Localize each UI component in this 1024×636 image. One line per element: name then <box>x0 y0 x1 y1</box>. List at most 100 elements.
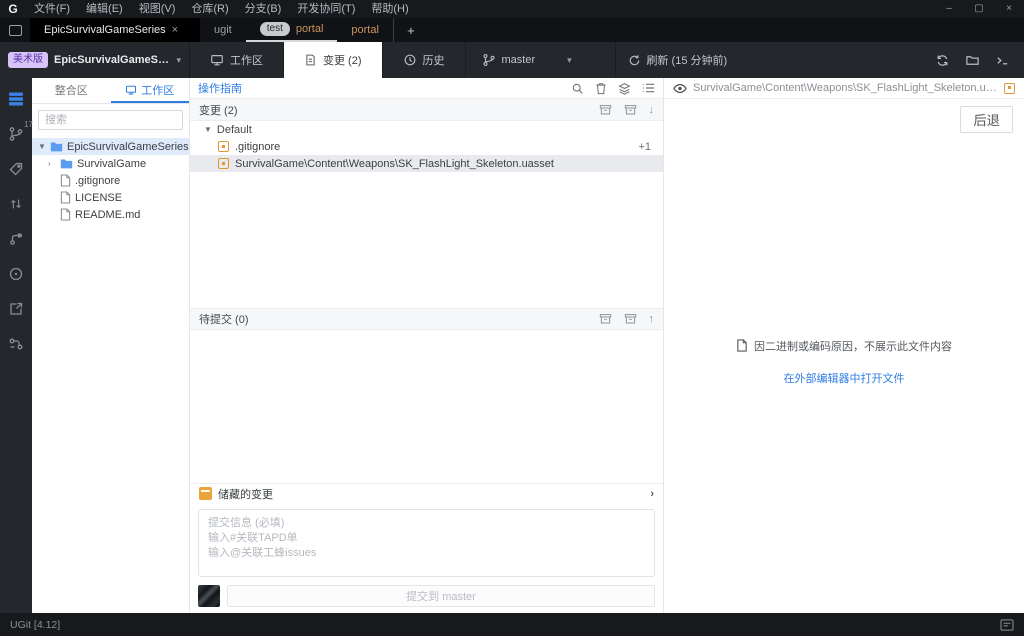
sync-icon[interactable] <box>928 42 956 78</box>
tree-item-survivalgame[interactable]: › SurvivalGame <box>32 155 189 172</box>
list-view-icon[interactable] <box>642 82 655 94</box>
export-icon[interactable] <box>7 300 25 318</box>
refresh-button[interactable]: 刷新 (15 分钟前) <box>616 42 740 78</box>
commit-button[interactable]: 提交到 master <box>227 585 655 607</box>
open-external-link[interactable]: 在外部编辑器中打开文件 <box>784 370 905 386</box>
repo-tab-portal-test[interactable]: test portal <box>246 18 338 42</box>
new-window-icon[interactable] <box>0 18 30 42</box>
toolbar-tab-changes[interactable]: 变更 (2) <box>284 42 383 78</box>
stash-keep-box-icon[interactable] <box>624 313 637 325</box>
app-logo: G <box>0 2 26 16</box>
push-pull-icon[interactable] <box>7 195 25 213</box>
chevron-right-icon[interactable]: › <box>650 488 654 500</box>
file-icon <box>60 174 71 187</box>
menu-view[interactable]: 视图(V) <box>131 0 184 18</box>
changes-list-empty-area <box>190 172 663 308</box>
changes-section-actions: ↓ <box>599 104 655 116</box>
tab-integration-area[interactable]: 整合区 <box>32 78 111 103</box>
commit-placeholder-line: 输入#关联TAPD单 <box>208 531 645 546</box>
menu-edit[interactable]: 编辑(E) <box>78 0 131 18</box>
repo-selector[interactable]: 美术版 EpicSurvivalGameSeries ▾ <box>0 42 190 78</box>
issues-icon[interactable] <box>7 265 25 283</box>
diff-empty-state: 因二进制或编码原因，不展示此文件内容 在外部编辑器中打开文件 <box>664 140 1024 613</box>
tree-item-license[interactable]: LICENSE <box>32 189 189 206</box>
left-panel-tabs: 整合区 工作区 <box>32 78 189 104</box>
stash-box-icon[interactable] <box>599 313 612 325</box>
stash-keep-box-icon[interactable] <box>624 104 637 116</box>
repo-tab-epicsurvivalgameseries[interactable]: EpicSurvivalGameSeries × <box>30 18 200 42</box>
maximize-button[interactable]: ▢ <box>964 0 994 18</box>
left-nav-rail: 17 <box>0 78 32 613</box>
open-folder-icon[interactable] <box>958 42 986 78</box>
changelist-group-default[interactable]: ▼ Default <box>190 121 663 138</box>
menu-branch[interactable]: 分支(B) <box>237 0 290 18</box>
tags-icon[interactable] <box>7 160 25 178</box>
branch-selector[interactable]: master ▾ <box>466 42 616 78</box>
group-label: Default <box>217 124 252 136</box>
toolbar-tab-history[interactable]: 历史 <box>383 42 466 78</box>
tab-env-badge: test <box>260 22 290 36</box>
changes-list-icon[interactable] <box>7 90 25 108</box>
branch-icon <box>482 53 496 67</box>
workflow-icon[interactable] <box>7 335 25 353</box>
tree-item-readme[interactable]: README.md <box>32 206 189 223</box>
tree-item-gitignore[interactable]: .gitignore <box>32 172 189 189</box>
back-button[interactable]: 后退 <box>960 106 1013 133</box>
operation-guide-link[interactable]: 操作指南 <box>198 80 242 96</box>
toolbar-tab-label: 工作区 <box>230 52 263 68</box>
log-console-icon[interactable] <box>1000 619 1014 631</box>
terminal-icon[interactable] <box>988 42 1016 78</box>
menu-help[interactable]: 帮助(H) <box>363 0 416 18</box>
repo-file-tree: ▼ EpicSurvivalGameSeries › SurvivalGame … <box>32 136 189 223</box>
menu-collaboration[interactable]: 开发协同(T) <box>289 0 363 18</box>
expander-closed-icon[interactable]: › <box>48 159 56 168</box>
branch-count-badge: 17 <box>24 120 33 129</box>
search-icon[interactable] <box>571 82 584 95</box>
staged-list-empty-area <box>190 330 663 483</box>
commit-message-input[interactable]: 提交信息 (必填) 输入#关联TAPD单 输入@关联工蜂issues <box>198 509 655 577</box>
changes-panel: 操作指南 变更 (2) ↓ ▼ Default <box>190 78 664 613</box>
stack-view-icon[interactable] <box>618 82 631 95</box>
toolbar-tab-workspace[interactable]: 工作区 <box>190 42 284 78</box>
staged-count-label: 待提交 (0) <box>199 311 249 327</box>
refresh-label: 刷新 (15 分钟前) <box>647 52 728 68</box>
close-tab-icon[interactable]: × <box>172 24 178 36</box>
menu-file[interactable]: 文件(F) <box>26 0 78 18</box>
repo-tab-ugit[interactable]: ugit <box>200 18 246 42</box>
file-search <box>38 110 183 130</box>
stage-all-icon[interactable]: ↓ <box>649 104 655 116</box>
diff-file-path: SurvivalGame\Content\Weapons\SK_FlashLig… <box>693 82 998 94</box>
stashed-changes-row[interactable]: 储藏的变更 › <box>190 483 663 503</box>
changes-toolbar-icons <box>571 82 655 95</box>
changes-count-label: 变更 (2) <box>199 102 238 118</box>
expander-open-icon[interactable]: ▼ <box>38 142 46 151</box>
minimize-button[interactable]: – <box>934 0 964 18</box>
unstage-all-icon[interactable]: ↑ <box>649 313 655 325</box>
merge-request-icon[interactable] <box>7 230 25 248</box>
app-version-label: UGit [4.12] <box>10 619 60 631</box>
close-button[interactable]: × <box>994 0 1024 18</box>
menu-bar: G 文件(F) 编辑(E) 视图(V) 仓库(R) 分支(B) 开发协同(T) … <box>0 0 1024 18</box>
modified-status-icon <box>1004 83 1015 94</box>
changed-file-row-uasset[interactable]: SurvivalGame\Content\Weapons\SK_FlashLig… <box>190 155 663 172</box>
search-input[interactable] <box>39 111 182 129</box>
expander-open-icon[interactable]: ▼ <box>204 125 212 134</box>
repo-tab-label: portal <box>351 24 379 36</box>
changed-file-row-gitignore[interactable]: .gitignore +1 <box>190 138 663 155</box>
menu-repository[interactable]: 仓库(R) <box>183 0 236 18</box>
current-repo-name: EpicSurvivalGameSeries <box>54 54 170 66</box>
new-tab-button[interactable]: + <box>394 18 428 42</box>
branches-icon[interactable]: 17 <box>7 125 25 143</box>
repo-tab-portal[interactable]: portal <box>337 18 394 42</box>
tab-workspace-area[interactable]: 工作区 <box>111 78 190 103</box>
tree-item-label: SurvivalGame <box>77 158 146 170</box>
tree-item-root[interactable]: ▼ EpicSurvivalGameSeries <box>32 138 189 155</box>
toolbar: 美术版 EpicSurvivalGameSeries ▾ 工作区 变更 (2) … <box>0 42 1024 78</box>
discard-trash-icon[interactable] <box>595 82 607 95</box>
tree-item-label: LICENSE <box>75 192 122 204</box>
repo-tab-label: ugit <box>214 24 232 36</box>
modified-status-icon <box>218 158 229 169</box>
stash-box-icon[interactable] <box>599 104 612 116</box>
staged-section-header: 待提交 (0) ↑ <box>190 308 663 330</box>
info-file-icon <box>736 339 748 352</box>
